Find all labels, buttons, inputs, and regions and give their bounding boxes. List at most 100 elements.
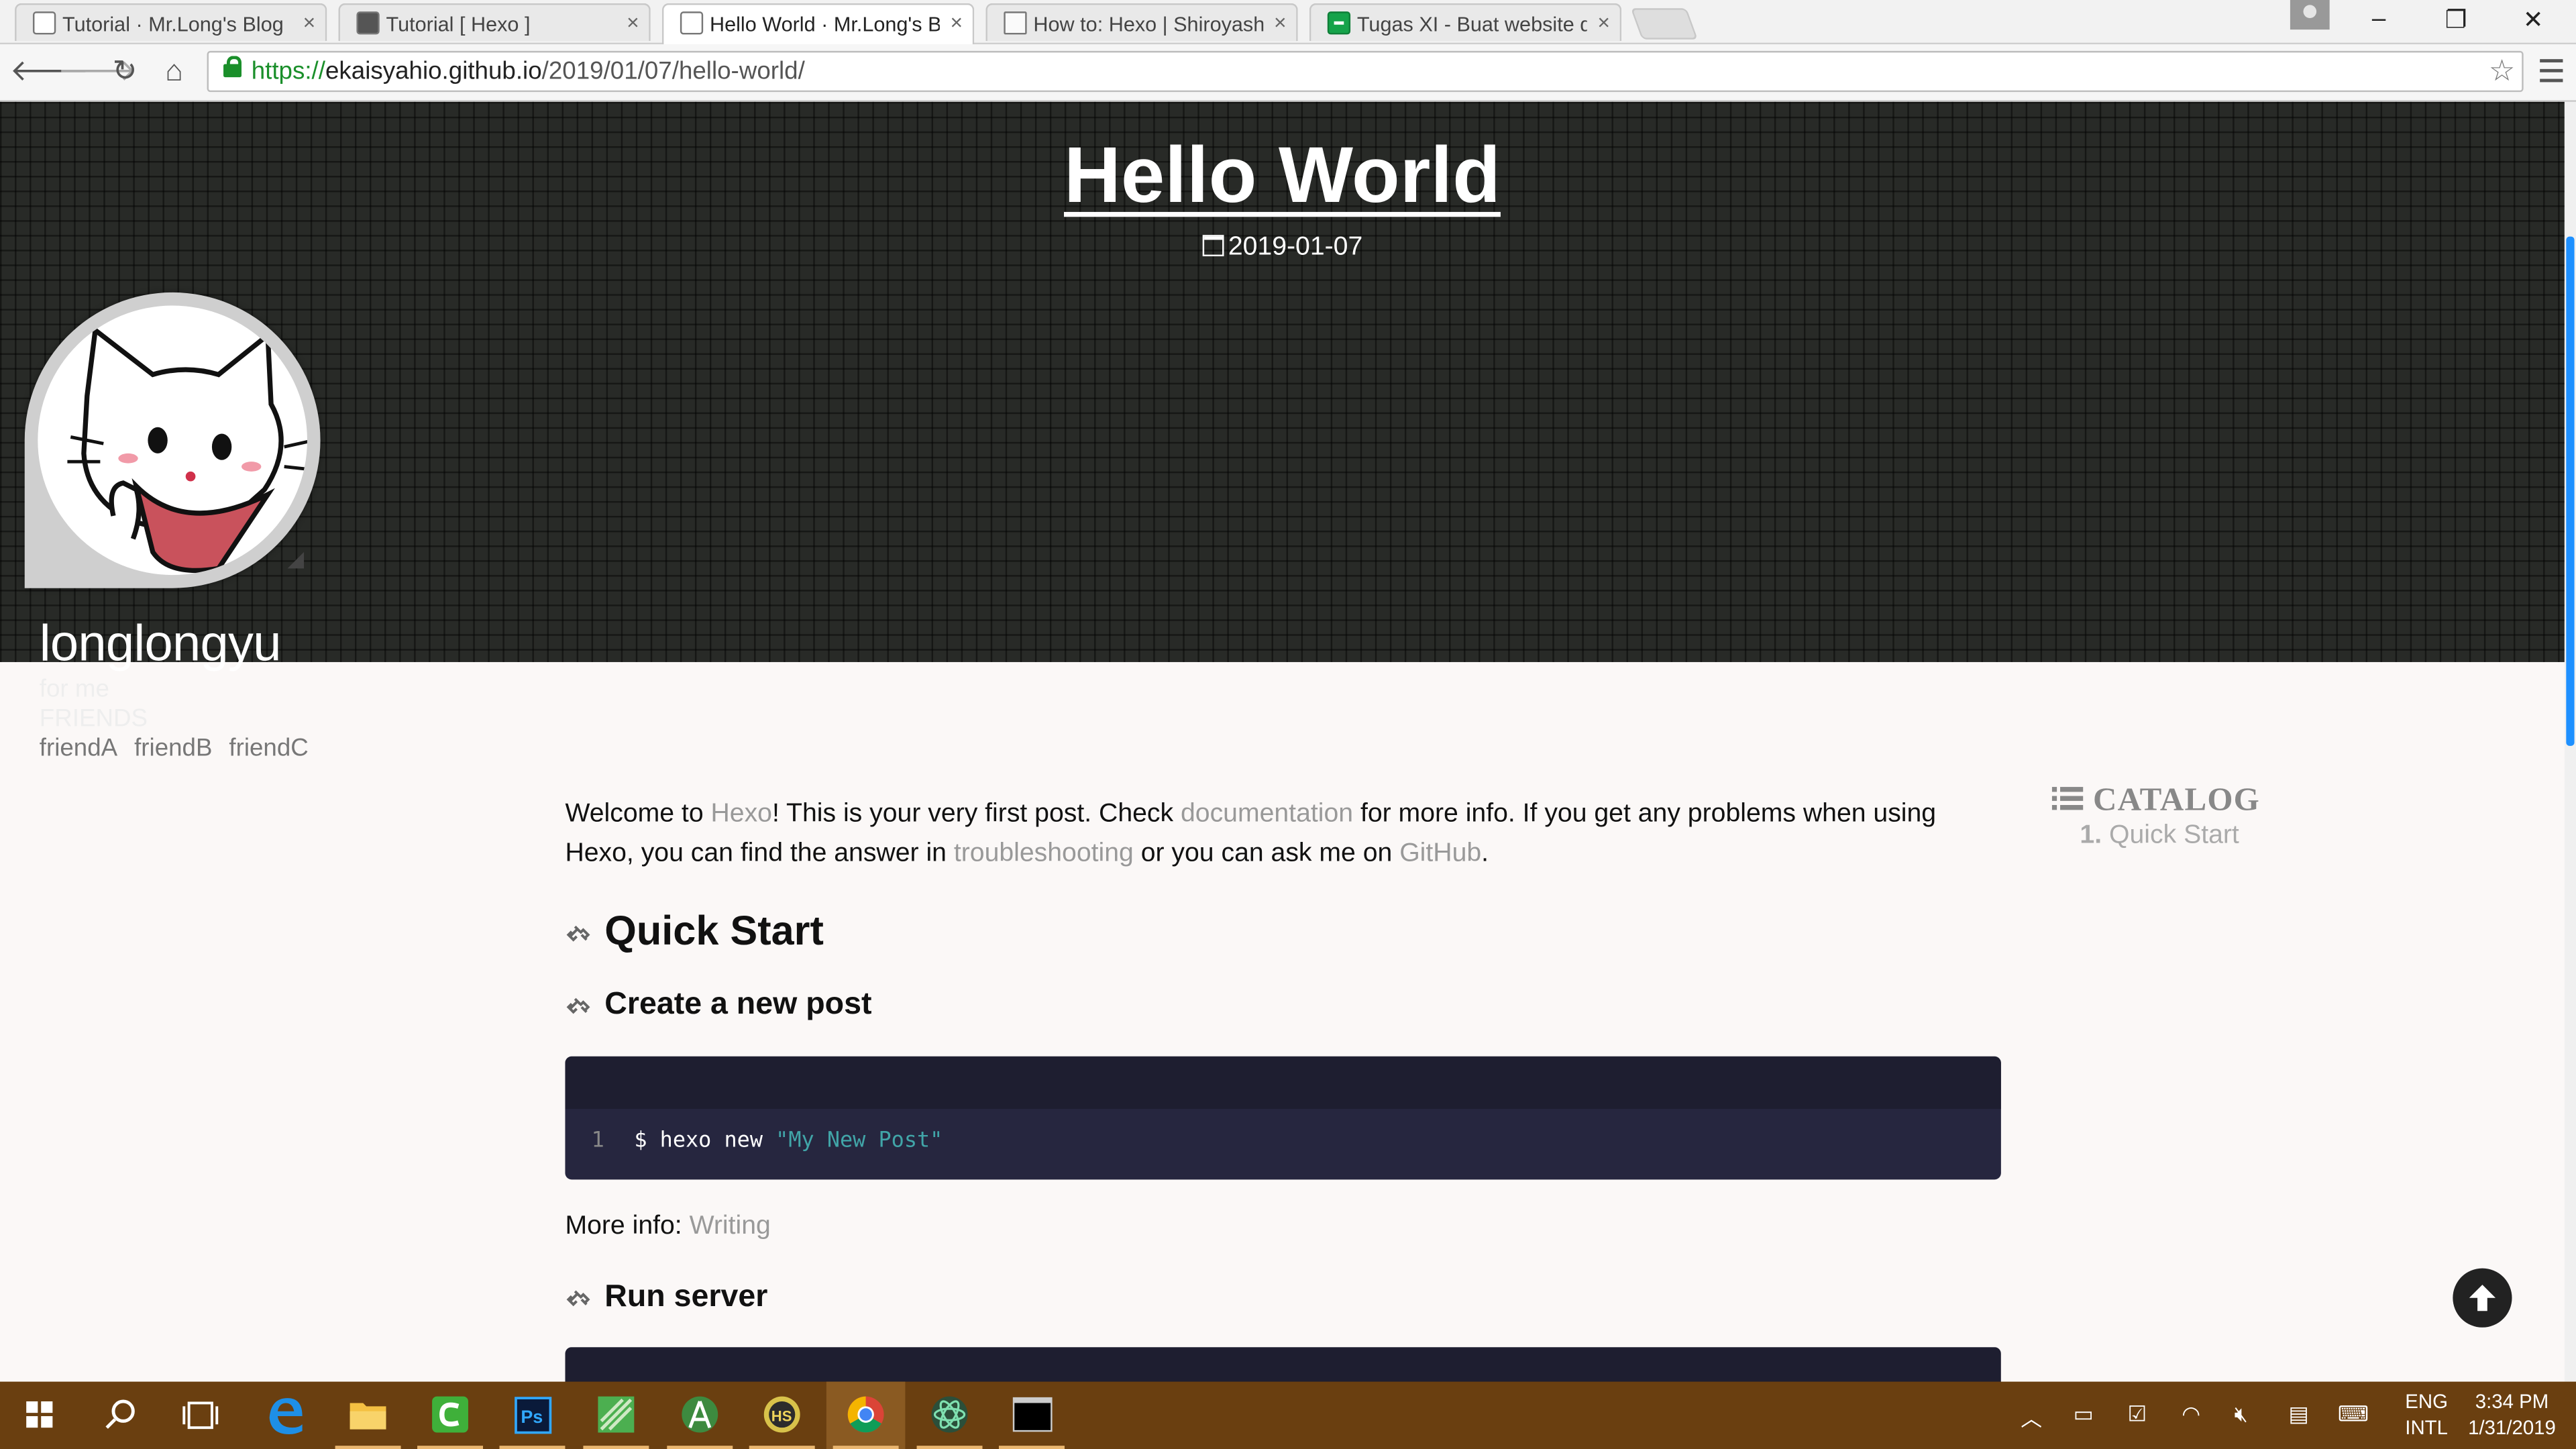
taskbar-app-green[interactable] xyxy=(577,1382,656,1449)
svg-text:Ps: Ps xyxy=(521,1407,543,1427)
url-text[interactable]: https://ekaisyahio.github.io/2019/01/07/… xyxy=(252,58,805,86)
calendar-icon xyxy=(1201,235,1224,257)
tab-tutorial-blog[interactable]: Tutorial · Mr.Long's Blog × xyxy=(15,3,327,42)
catalog-title: CATALOG xyxy=(2051,782,2260,820)
site-subtitle: for me xyxy=(39,675,109,704)
browser-menu-icon[interactable] xyxy=(2535,52,2568,89)
minimize-icon[interactable]: – xyxy=(2354,5,2403,33)
more-info: More info: Writing xyxy=(565,1212,770,1242)
folder-icon xyxy=(350,1403,386,1430)
avatar[interactable] xyxy=(24,292,321,588)
search-button[interactable] xyxy=(80,1382,160,1449)
page-title[interactable]: Hello World xyxy=(0,131,2565,222)
bookmark-star-icon[interactable]: ☆ xyxy=(2489,54,2516,89)
line-number: 1 xyxy=(591,1128,604,1154)
android-studio-icon xyxy=(682,1396,718,1433)
taskbar-file-explorer[interactable] xyxy=(329,1382,408,1449)
lock-icon xyxy=(223,56,242,78)
close-icon[interactable]: × xyxy=(303,10,316,35)
troubleshooting-link[interactable]: troubleshooting xyxy=(954,839,1134,867)
terminal-icon xyxy=(1012,1397,1053,1432)
code-block[interactable]: 1 $ hexo new "My New Post" xyxy=(565,1056,2001,1180)
taskbar-android-studio[interactable] xyxy=(660,1382,739,1449)
tab-tutorial-hexo[interactable]: Tutorial [ Hexo ] × xyxy=(338,3,651,42)
documentation-link[interactable]: documentation xyxy=(1181,800,1353,828)
tab-label: Tutorial [ Hexo ] xyxy=(386,13,531,36)
close-window-icon[interactable]: ✕ xyxy=(2509,5,2558,35)
reload-icon[interactable]: ↻ xyxy=(107,52,143,89)
intro-text: . xyxy=(1481,839,1489,868)
search-icon xyxy=(105,1399,135,1429)
url-scheme: https:// xyxy=(251,57,325,86)
battery-icon[interactable]: ▭ xyxy=(2074,1401,2094,1428)
scrollbar-thumb[interactable] xyxy=(2566,236,2575,746)
tray-overflow-icon[interactable]: ︿ xyxy=(2021,1401,2042,1433)
task-view-button[interactable] xyxy=(161,1382,240,1449)
friends-list: friendA friendB friendC xyxy=(40,735,319,763)
post-header: Hello World 2019-01-07 xyxy=(0,101,2565,662)
taskbar-edge[interactable] xyxy=(246,1382,325,1449)
notifications-icon[interactable]: ▤ xyxy=(2288,1401,2308,1428)
heading-text: Create a new post xyxy=(604,987,872,1022)
tab-how-to-hexo[interactable]: How to: Hexo | Shiroyasha × xyxy=(985,3,1298,42)
tab-strip: Tutorial · Mr.Long's Blog × Tutorial [ H… xyxy=(0,0,2576,45)
floppy-favicon-icon xyxy=(356,11,380,35)
friend-link[interactable]: friendB xyxy=(134,735,212,763)
close-icon[interactable]: × xyxy=(1597,10,1610,35)
hexo-link[interactable]: Hexo xyxy=(710,800,771,828)
scrollbar[interactable] xyxy=(2564,101,2576,1382)
start-button[interactable] xyxy=(0,1382,79,1449)
close-icon[interactable]: × xyxy=(1274,10,1287,35)
cat-favicon-icon xyxy=(32,11,56,35)
intro-text: Welcome to xyxy=(565,800,711,828)
link-anchor-icon[interactable] xyxy=(565,1287,591,1313)
taskbar-atom[interactable] xyxy=(910,1382,989,1449)
list-icon xyxy=(2051,787,2084,810)
volume-muted-icon[interactable]: 🔇︎ xyxy=(2235,1401,2248,1428)
code-string: "My New Post" xyxy=(775,1128,943,1154)
profile-icon[interactable] xyxy=(2290,0,2330,30)
camtasia-icon xyxy=(432,1396,468,1433)
code-text: $ hexo new xyxy=(634,1128,776,1154)
tab-hello-world[interactable]: Hello World · Mr.Long's Bl × xyxy=(661,3,975,45)
tab-tugas-xi[interactable]: Tugas XI - Buat website d × xyxy=(1309,3,1622,42)
taskbar-terminal[interactable] xyxy=(992,1382,1071,1449)
close-icon[interactable]: × xyxy=(627,10,639,35)
friend-link[interactable]: friendC xyxy=(229,735,308,763)
intro-text: ! This is your very first post. Check xyxy=(771,800,1181,828)
sync-status-icon[interactable]: ☑ xyxy=(2127,1401,2147,1428)
close-icon[interactable]: × xyxy=(951,10,963,35)
back-to-top-button[interactable] xyxy=(2453,1268,2512,1328)
back-icon[interactable]: 🡐 xyxy=(10,52,89,89)
taskbar-camtasia[interactable] xyxy=(411,1382,490,1449)
wifi-icon[interactable]: ◠ xyxy=(2182,1401,2200,1428)
hs-app-icon: HS xyxy=(763,1396,800,1433)
code-line: 1 $ hexo new "My New Post" xyxy=(565,1109,2000,1179)
new-tab-button[interactable] xyxy=(1630,8,1698,40)
address-bar[interactable]: https://ekaisyahio.github.io/2019/01/07/… xyxy=(207,50,2524,93)
code-command: $ hexo new "My New Post" xyxy=(634,1128,943,1153)
taskbar-photoshop[interactable]: Ps xyxy=(493,1382,572,1449)
cat-favicon-icon xyxy=(680,11,704,35)
taskbar-chrome[interactable] xyxy=(826,1381,906,1449)
clock-time: 3:34 PM xyxy=(2475,1389,2549,1413)
link-anchor-icon[interactable] xyxy=(565,922,591,948)
photoshop-icon: Ps xyxy=(515,1397,552,1434)
avatar-corner-icon xyxy=(287,551,305,569)
language-code: ENG xyxy=(2405,1389,2449,1413)
link-anchor-icon[interactable] xyxy=(565,994,591,1020)
home-icon[interactable]: ⌂ xyxy=(156,52,193,89)
intro-paragraph: Welcome to Hexo! This is your very first… xyxy=(565,795,2000,874)
writing-link[interactable]: Writing xyxy=(690,1212,771,1240)
friend-link[interactable]: friendA xyxy=(40,735,117,763)
forward-icon[interactable]: 🡒 xyxy=(58,52,137,89)
taskbar-clock[interactable]: 3:34 PM 1/31/2019 xyxy=(2464,1388,2559,1440)
edge-icon xyxy=(269,1398,303,1434)
restore-icon[interactable]: ❐ xyxy=(2432,5,2481,35)
catalog-item-quick-start[interactable]: 1. Quick Start xyxy=(2080,822,2260,851)
github-link[interactable]: GitHub xyxy=(1399,839,1481,867)
keyboard-icon[interactable]: ⌨ xyxy=(2338,1401,2369,1428)
site-name[interactable]: longlongyu xyxy=(40,614,282,674)
taskbar-hs-app[interactable]: HS xyxy=(743,1382,822,1449)
input-language[interactable]: ENG INTL xyxy=(2402,1388,2451,1440)
